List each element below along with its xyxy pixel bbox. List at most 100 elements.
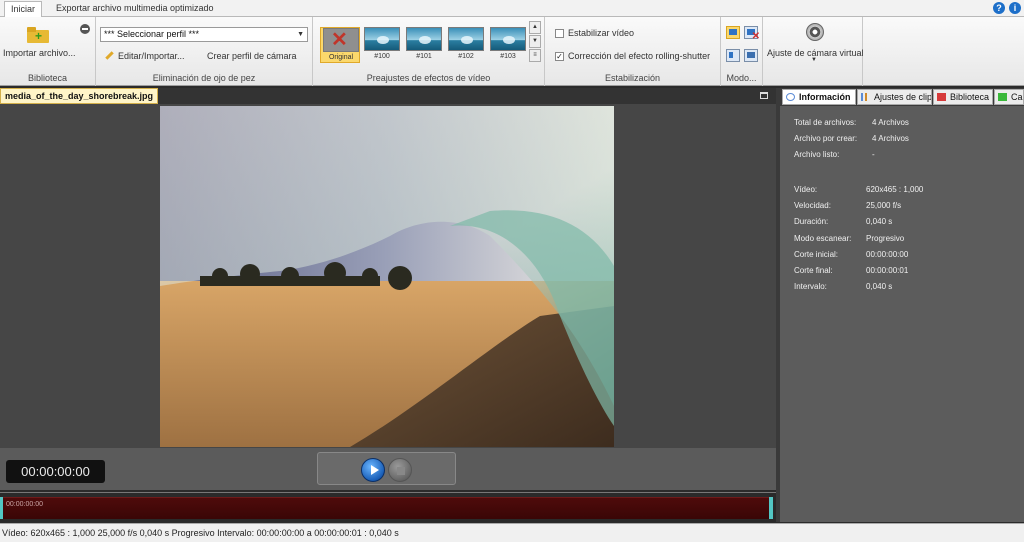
maximize-icon[interactable] — [760, 92, 768, 99]
info-row-modo-escanear: Modo escanear: Progresivo — [794, 234, 904, 243]
tab-label: Información — [799, 92, 851, 102]
info-label: Intervalo: — [794, 282, 827, 291]
tab-iniciar[interactable]: Iniciar — [4, 1, 43, 17]
preview-area — [0, 104, 776, 448]
info-row-total: Total de archivos: 4 Archivos — [794, 118, 909, 127]
info-label: Duración: — [794, 217, 829, 226]
info-panel: Total de archivos: 4 Archivos Archivo po… — [780, 106, 1024, 522]
info-value: 00:00:00:00 — [866, 250, 909, 259]
preset-100[interactable]: #100 — [362, 27, 402, 63]
group-biblioteca: + Importar archivo... Biblioteca — [0, 17, 96, 86]
group-label-fisheye: Eliminación de ojo de pez — [152, 73, 256, 83]
trim-end-handle[interactable] — [769, 497, 773, 519]
info-tab-bar: Información Ajustes de clip Biblioteca C… — [780, 88, 1024, 106]
collapse-icon[interactable] — [80, 24, 90, 34]
info-value: 4 Archivos — [872, 134, 909, 143]
stabilize-checkbox[interactable] — [555, 29, 564, 38]
timeline: 00:00:00:00 — [0, 492, 776, 522]
no-effect-icon: ✕ — [331, 29, 348, 51]
profile-select[interactable]: *** Seleccionar perfil *** ▼ — [100, 27, 308, 42]
mode-split-icon[interactable] — [726, 49, 740, 62]
sliders-icon — [861, 93, 870, 101]
file-tab[interactable]: media_of_the_day_shorebreak.jpg — [0, 88, 159, 104]
info-row-por-crear: Archivo por crear: 4 Archivos — [794, 134, 909, 143]
mode-save-icon[interactable] — [744, 49, 758, 62]
info-value: 620x465 : 1,000 — [866, 185, 924, 194]
scroll-up-icon[interactable]: ▲ — [529, 21, 541, 34]
preset-scroller: ▲ ▼ ≡ — [529, 21, 541, 65]
wave-photo — [160, 106, 614, 447]
info-row-listo: Archivo listo: - — [794, 150, 875, 159]
preset-102[interactable]: #102 — [446, 27, 486, 63]
info-label: Archivo listo: — [794, 150, 840, 159]
camera-icon[interactable] — [806, 23, 824, 41]
tab-label: Ajustes de clip — [874, 92, 932, 102]
tab-ajustes-clip[interactable]: Ajustes de clip — [857, 89, 932, 105]
import-file-button[interactable]: Importar archivo... — [3, 48, 76, 58]
info-label: Corte inicial: — [794, 250, 839, 259]
preset-label: #102 — [458, 53, 474, 60]
tab-exportar[interactable]: Exportar archivo multimedia optimizado — [50, 1, 220, 17]
info-row-corte-inicial: Corte inicial: 00:00:00:00 — [794, 250, 908, 259]
create-profile-button[interactable]: Crear perfil de cámara — [207, 51, 297, 61]
info-row-video: Vídeo: 620x465 : 1,000 — [794, 185, 923, 194]
preset-thumbnail — [406, 27, 442, 51]
preset-label: #103 — [500, 53, 516, 60]
preset-101[interactable]: #101 — [404, 27, 444, 63]
info-value: 0,040 s — [866, 282, 893, 291]
group-estabilizacion: Estabilizar vídeo ✓ Corrección del efect… — [545, 17, 721, 86]
stabilize-label: Estabilizar vídeo — [568, 28, 635, 38]
scroll-down-icon[interactable]: ▼ — [529, 35, 541, 48]
edit-import-button[interactable]: Editar/Importar... — [118, 51, 185, 61]
preset-label: #101 — [416, 53, 432, 60]
info-row-intervalo: Intervalo: 0,040 s — [794, 282, 892, 291]
group-label-presets: Preajustes de efectos de vídeo — [366, 73, 491, 83]
preset-original[interactable]: ✕ Original — [320, 27, 360, 63]
group-label-biblioteca: Biblioteca — [27, 73, 68, 83]
tab-label: Can — [1011, 92, 1023, 102]
expand-gallery-icon[interactable]: ≡ — [529, 49, 541, 62]
mode-single-icon[interactable] — [726, 26, 740, 39]
info-label: Velocidad: — [794, 201, 831, 210]
info-value: 25,000 f/s — [866, 201, 902, 210]
preview-header: media_of_the_day_shorebreak.jpg — [0, 88, 776, 104]
preset-thumbnail — [364, 27, 400, 51]
info-label: Total de archivos: — [794, 118, 857, 127]
group-fisheye: *** Seleccionar perfil *** ▼ Editar/Impo… — [96, 17, 313, 86]
mode-remove-icon[interactable]: ✕ — [744, 26, 760, 42]
info-label: Vídeo: — [794, 185, 818, 194]
rolling-shutter-label: Corrección del efecto rolling-shutter — [568, 51, 711, 61]
ribbon-tab-bar: Iniciar Exportar archivo multimedia opti… — [0, 0, 1024, 17]
info-icon[interactable]: i — [1009, 2, 1021, 14]
tab-camara[interactable]: Can — [994, 89, 1024, 105]
trim-start-handle[interactable] — [0, 497, 3, 519]
preset-label: Original — [328, 54, 354, 61]
playback-controls — [317, 452, 456, 485]
rolling-shutter-checkbox[interactable]: ✓ — [555, 52, 564, 61]
preset-thumbnail — [448, 27, 484, 51]
preset-103[interactable]: #103 — [488, 27, 528, 63]
info-label: Corte final: — [794, 266, 833, 275]
library-icon — [937, 93, 946, 101]
timeline-time-label: 00:00:00:00 — [6, 501, 43, 508]
info-value: - — [872, 150, 875, 159]
info-value: Progresivo — [866, 234, 905, 243]
play-icon[interactable] — [361, 458, 385, 482]
info-row-corte-final: Corte final: 00:00:00:01 — [794, 266, 908, 275]
chevron-down-icon: ▼ — [297, 31, 304, 38]
pencil-icon — [104, 50, 114, 60]
status-bar: Vídeo: 620x465 : 1,000 25,000 f/s 0,040 … — [0, 523, 1024, 542]
chevron-down-icon[interactable]: ▼ — [811, 57, 817, 63]
import-folder-icon[interactable]: + — [27, 27, 49, 43]
group-presets: ✕ Original #100 #101 #102 #103 Preajuste… — [313, 17, 545, 86]
timecode-display: 00:00:00:00 — [6, 460, 105, 483]
tab-biblioteca[interactable]: Biblioteca — [933, 89, 993, 105]
info-value: 0,040 s — [866, 217, 893, 226]
help-icon[interactable]: ? — [993, 2, 1005, 14]
tab-informacion[interactable]: Información — [782, 89, 856, 105]
info-label: Modo escanear: — [794, 234, 852, 243]
preset-thumbnail — [490, 27, 526, 51]
group-label-modo: Modo... — [726, 73, 757, 83]
timeline-track[interactable] — [2, 497, 772, 519]
stop-icon[interactable] — [388, 458, 412, 482]
